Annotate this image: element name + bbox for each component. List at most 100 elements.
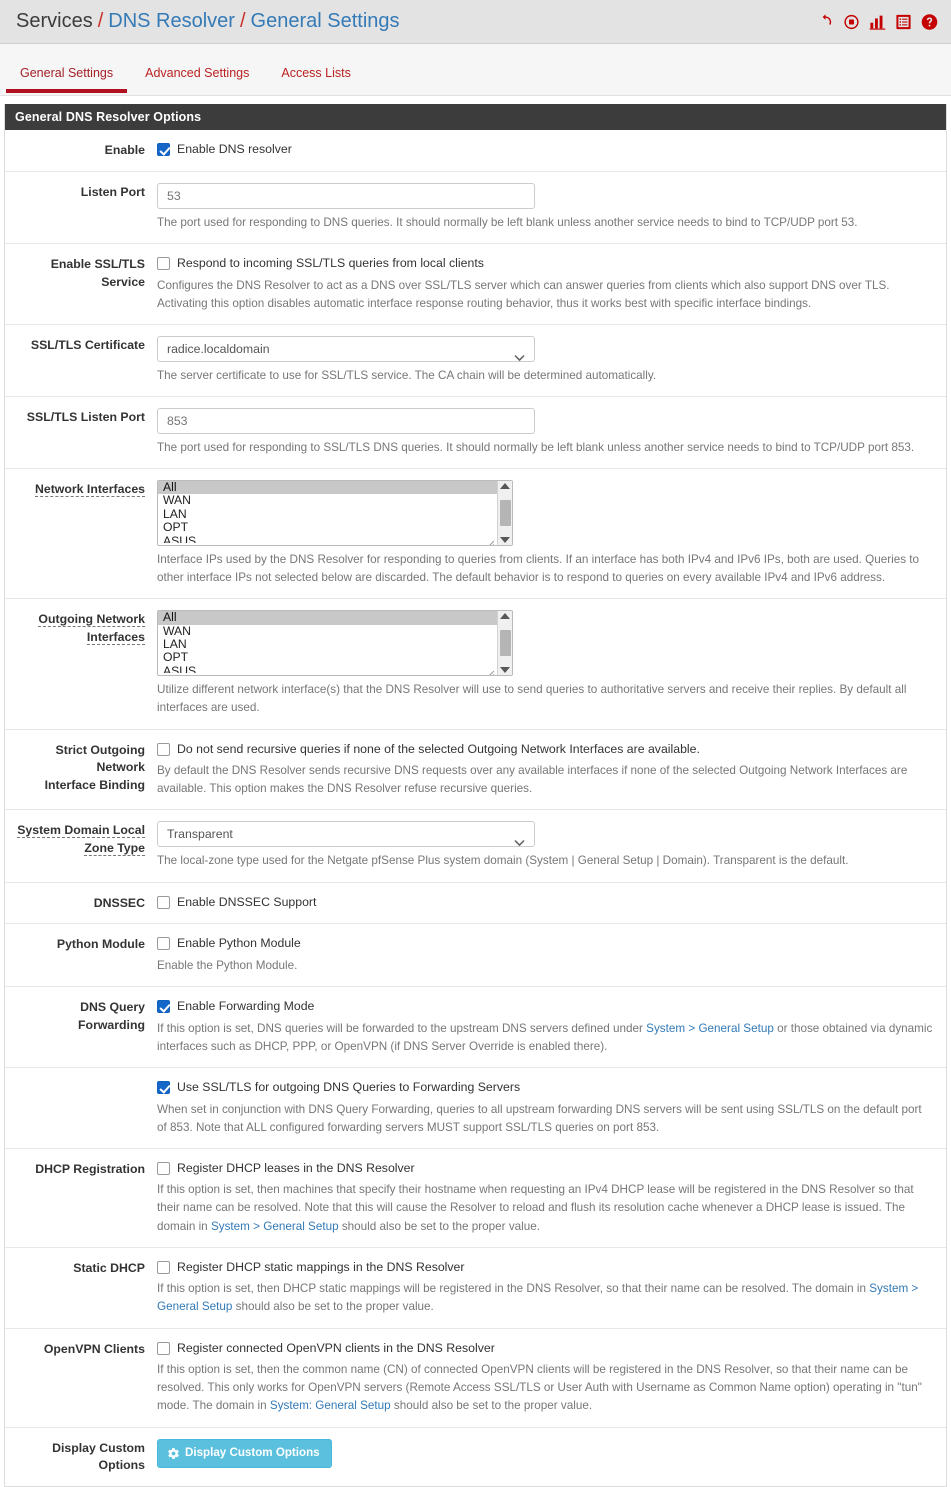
ssl-tls-listen-port-input[interactable] [157, 407, 535, 434]
help-text-part2: should also be set to the proper value. [338, 1219, 541, 1233]
header-icon-group [817, 13, 938, 30]
ssl-tls-service-checkbox[interactable] [157, 256, 170, 270]
help-text-part1: If this option is set, then DHCP static … [157, 1282, 870, 1296]
panel-body: Enable Enable DNS resolver Listen Port T… [5, 130, 946, 1487]
label-outgoing-network-interfaces: Outgoing Network Interfaces [38, 612, 145, 646]
dnssec-checkbox[interactable] [157, 895, 170, 909]
tab-bar: General Settings Advanced Settings Acces… [0, 44, 951, 96]
scroll-up-icon[interactable] [500, 483, 510, 490]
system-general-setup-link[interactable]: System > General Setup [646, 1022, 774, 1035]
label-static-dhcp: Static DHCP [73, 1260, 145, 1275]
row-ssl-tls-forwarding: Use SSL/TLS for outgoing DNS Queries to … [5, 1068, 946, 1149]
label-dhcp-registration: DHCP Registration [35, 1161, 145, 1176]
system-general-setup-link[interactable]: System: General Setup [270, 1399, 391, 1412]
help-listen-port: The port used for responding to DNS quer… [157, 215, 858, 229]
label-enable-ssl-tls-service: Enable SSL/TLS Service [50, 256, 145, 289]
chevron-down-icon [514, 345, 525, 362]
ssl-tls-forwarding-checkbox[interactable] [157, 1080, 170, 1094]
python-module-checkbox[interactable] [157, 937, 170, 951]
ssl-tls-certificate-value: radice.localdomain [167, 341, 270, 356]
label-ssl-tls-certificate: SSL/TLS Certificate [30, 337, 145, 352]
breadcrumb-section-link[interactable]: DNS Resolver [108, 10, 235, 33]
help-ssl-tls-certificate: The server certificate to use for SSL/TL… [157, 368, 657, 382]
general-dns-resolver-options-panel: General DNS Resolver Options Enable Enab… [4, 104, 947, 1487]
label-strict-outgoing-binding: Strict Outgoing Network Interface Bindin… [44, 742, 145, 793]
help-icon[interactable] [921, 13, 938, 30]
label-ssl-tls-forwarding [5, 1079, 157, 1137]
strict-binding-label: Do not send recursive queries if none of… [177, 741, 700, 756]
breadcrumb-separator-2: / [239, 10, 246, 32]
row-python-module: Python Module Enable Python Module Enabl… [5, 924, 946, 988]
label-enable: Enable [104, 143, 145, 157]
label-dnssec: DNSSEC [93, 895, 145, 910]
system-domain-local-zone-type-select[interactable]: Transparent [157, 821, 535, 848]
panel-title: General DNS Resolver Options [5, 104, 946, 130]
network-interfaces-options: All WAN LAN OPT ASUS [158, 481, 497, 545]
list-item[interactable]: All [158, 481, 497, 495]
restart-service-icon[interactable] [817, 13, 834, 30]
row-openvpn-clients: OpenVPN Clients Register connected OpenV… [5, 1329, 946, 1428]
log-list-icon[interactable] [895, 13, 912, 30]
breadcrumb-root: Services [16, 10, 93, 32]
outgoing-network-interfaces-listbox[interactable]: All WAN LAN OPT ASUS [157, 610, 513, 677]
forwarding-mode-checkbox[interactable] [157, 1000, 170, 1014]
list-item[interactable]: All [158, 611, 497, 625]
ssl-tls-certificate-select[interactable]: radice.localdomain [157, 335, 535, 362]
breadcrumb-bar: Services / DNS Resolver / General Settin… [0, 0, 951, 44]
static-dhcp-checkbox[interactable] [157, 1260, 170, 1274]
label-python-module: Python Module [56, 937, 145, 952]
breadcrumb: Services / DNS Resolver / General Settin… [16, 10, 400, 33]
listbox-resize-handle[interactable] [487, 665, 495, 676]
outgoing-network-interfaces-options: All WAN LAN OPT ASUS [158, 611, 497, 675]
listbox-resize-handle[interactable] [487, 535, 495, 546]
system-domain-local-zone-type-value: Transparent [167, 827, 233, 842]
row-enable: Enable Enable DNS resolver [5, 130, 946, 172]
list-item[interactable]: OPT [158, 651, 497, 664]
network-interfaces-scrollbar[interactable] [497, 481, 512, 546]
tab-advanced-settings[interactable]: Advanced Settings [131, 66, 263, 93]
help-text-part2: should also be set to the proper value. [232, 1300, 434, 1314]
outgoing-network-interfaces-scrollbar[interactable] [497, 611, 512, 676]
list-item[interactable]: WAN [158, 625, 497, 638]
help-dhcp-registration: If this option is set, then machines tha… [157, 1181, 934, 1235]
scroll-up-icon[interactable] [500, 613, 510, 620]
list-item[interactable]: WAN [158, 494, 497, 507]
help-ssl-tls-forwarding: When set in conjunction with DNS Query F… [157, 1102, 922, 1134]
scroll-down-icon[interactable] [500, 537, 510, 544]
label-ssl-tls-listen-port: SSL/TLS Listen Port [26, 409, 145, 424]
tab-access-lists[interactable]: Access Lists [267, 66, 364, 93]
row-dhcp-registration: DHCP Registration Register DHCP leases i… [5, 1149, 946, 1248]
static-dhcp-label: Register DHCP static mappings in the DNS… [177, 1259, 465, 1274]
list-item[interactable]: OPT [158, 521, 497, 534]
scroll-down-icon[interactable] [500, 667, 510, 674]
system-general-setup-link[interactable]: System > General Setup [211, 1220, 339, 1233]
help-openvpn-clients: If this option is set, then the common n… [157, 1361, 934, 1415]
help-python-module: Enable the Python Module. [157, 958, 298, 972]
dhcp-registration-checkbox[interactable] [157, 1161, 170, 1175]
display-custom-options-button[interactable]: Display Custom Options [157, 1438, 332, 1468]
scrollbar-thumb[interactable] [499, 630, 511, 657]
network-interfaces-listbox[interactable]: All WAN LAN OPT ASUS [157, 480, 513, 547]
label-dns-query-forwarding: DNS Query Forwarding [78, 1000, 145, 1032]
breadcrumb-page-link[interactable]: General Settings [251, 10, 400, 33]
display-custom-options-button-label: Display Custom Options [185, 1446, 320, 1460]
strict-binding-checkbox[interactable] [157, 742, 170, 756]
row-dnssec: DNSSEC Enable DNSSEC Support [5, 883, 946, 925]
list-item[interactable]: LAN [158, 638, 497, 651]
row-dns-query-forwarding: DNS Query Forwarding Enable Forwarding M… [5, 987, 946, 1068]
scrollbar-thumb[interactable] [499, 500, 511, 527]
stop-service-icon[interactable] [843, 13, 860, 30]
row-network-interfaces: Network Interfaces All WAN LAN OPT ASUS [5, 469, 946, 600]
list-item[interactable]: ASUS [158, 535, 497, 543]
gear-icon [167, 1447, 180, 1460]
status-chart-icon[interactable] [869, 13, 886, 30]
help-ssl-tls-listen-port: The port used for responding to SSL/TLS … [157, 440, 915, 454]
listen-port-input[interactable] [157, 182, 535, 209]
list-item[interactable]: ASUS [158, 665, 497, 673]
list-item[interactable]: LAN [158, 508, 497, 521]
openvpn-clients-checkbox[interactable] [157, 1341, 170, 1355]
row-ssl-tls-listen-port: SSL/TLS Listen Port The port used for re… [5, 397, 946, 470]
enable-dns-resolver-checkbox[interactable] [157, 143, 170, 156]
help-static-dhcp: If this option is set, then DHCP static … [157, 1280, 934, 1316]
tab-general-settings[interactable]: General Settings [6, 66, 128, 93]
